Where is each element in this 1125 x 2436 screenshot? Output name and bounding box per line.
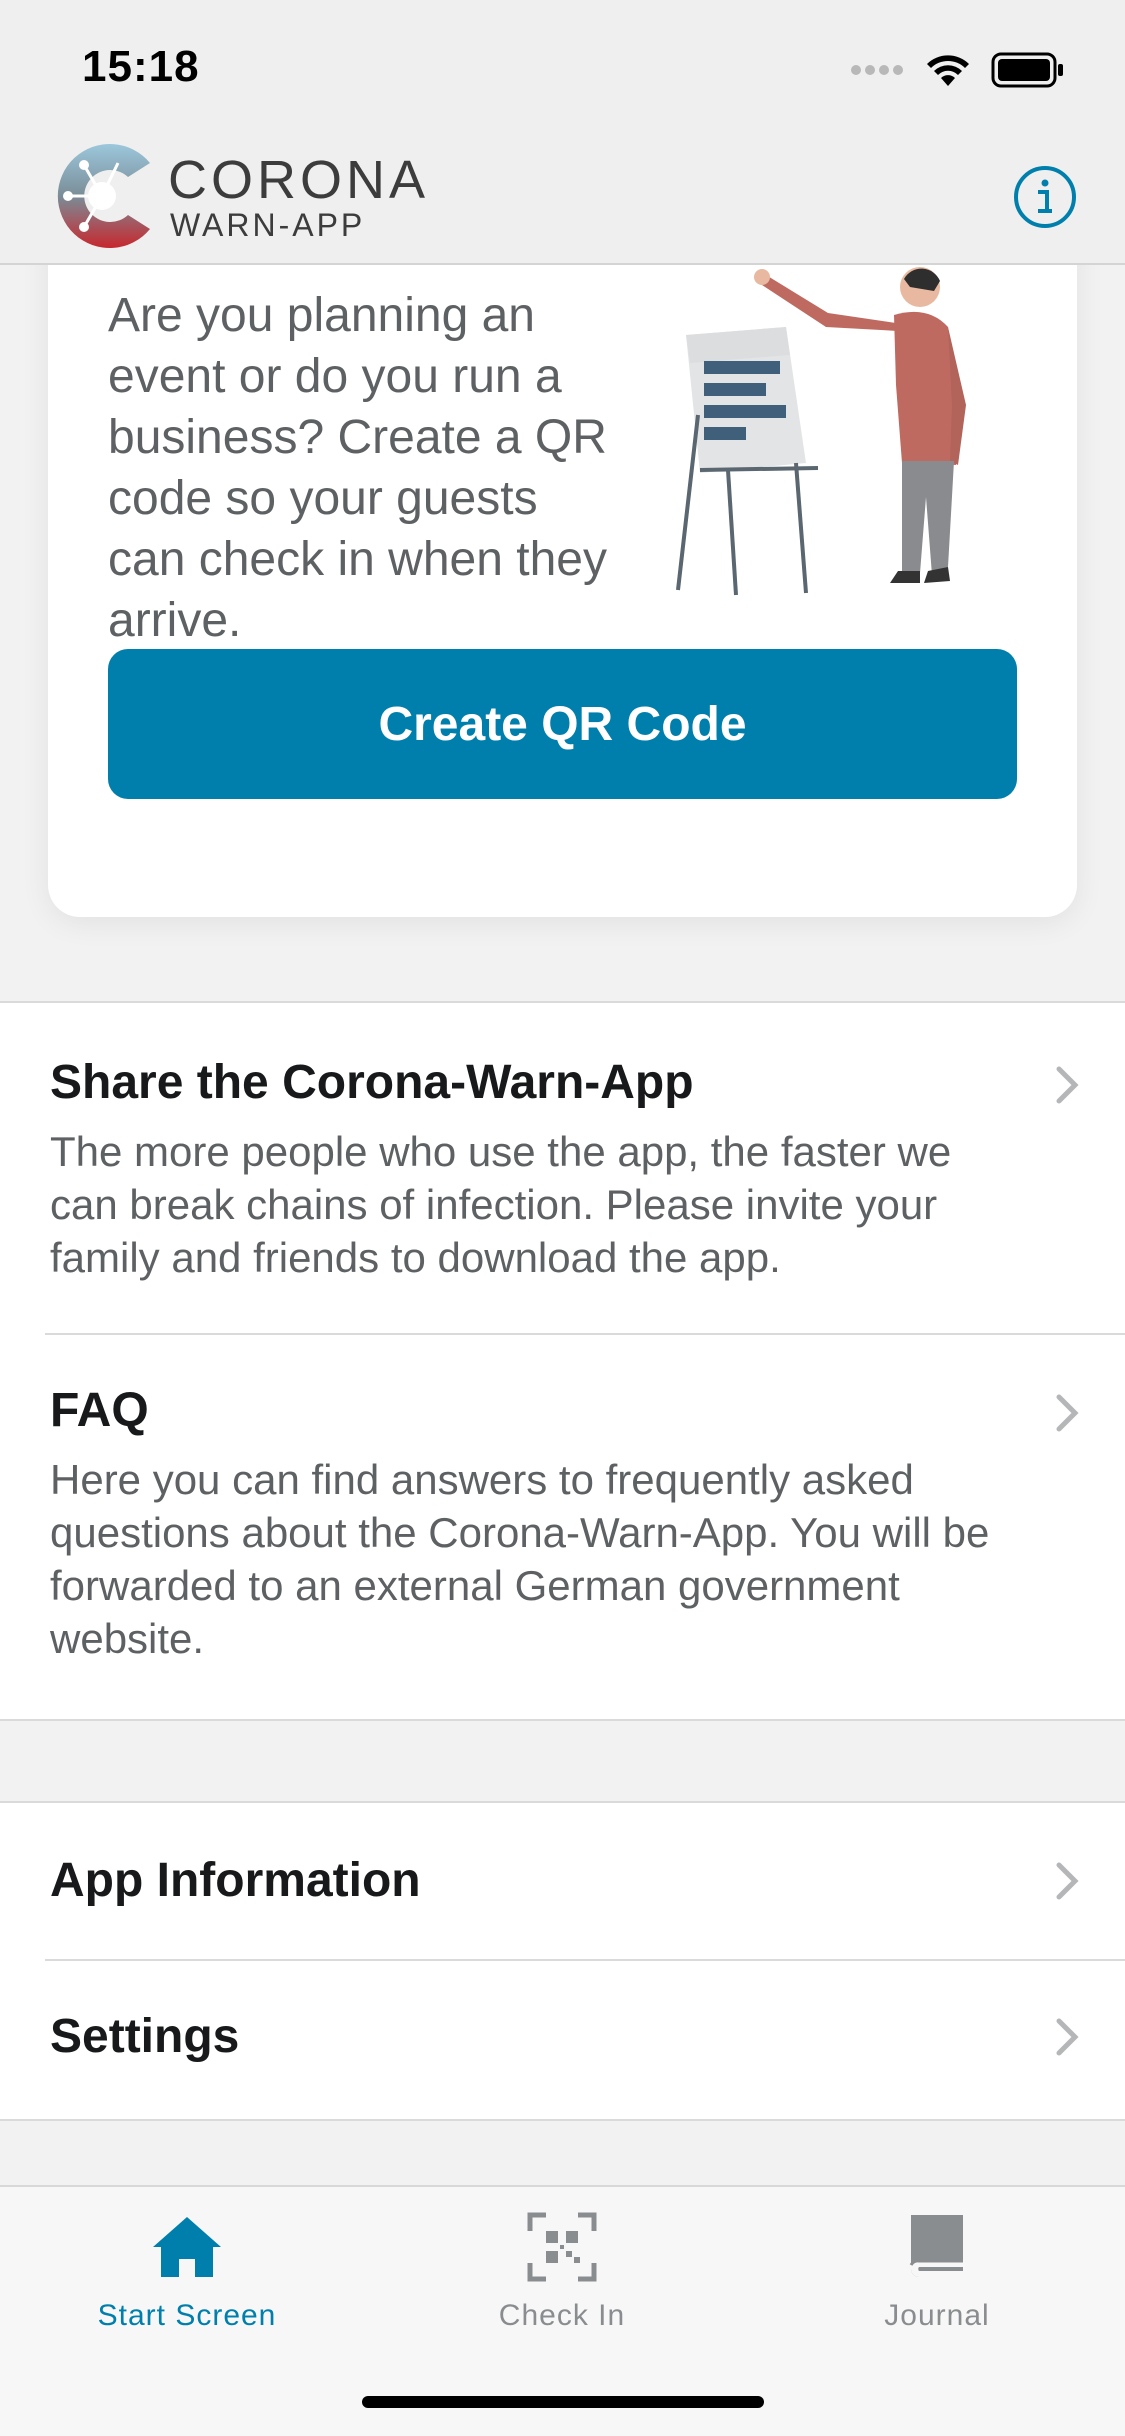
chevron-right-icon <box>1056 1862 1079 1900</box>
tab-journal[interactable]: Journal <box>787 2207 1087 2357</box>
info-list-group: Share the Corona-Warn-App The more peopl… <box>0 1001 1125 1721</box>
settings-list-group: App Information Settings <box>0 1801 1125 2121</box>
app-information-row[interactable]: App Information <box>0 1803 1125 1959</box>
tab-label: Check In <box>498 2299 626 2332</box>
settings-title: Settings <box>50 2010 240 2063</box>
status-time: 15:18 <box>82 42 200 91</box>
home-icon <box>153 2217 221 2277</box>
app-information-title: App Information <box>50 1854 421 1907</box>
chevron-right-icon <box>1056 2018 1079 2056</box>
battery-icon <box>991 52 1063 88</box>
faq-title: FAQ <box>50 1384 149 1437</box>
status-icons <box>851 50 1065 90</box>
info-icon[interactable] <box>1013 165 1077 229</box>
wifi-icon <box>927 55 969 86</box>
logo-subtitle: WARN-APP <box>170 207 366 243</box>
logo-title: CORONA <box>168 150 430 210</box>
qr-scan-icon <box>527 2212 597 2282</box>
faq-row[interactable]: FAQ Here you can find answers to frequen… <box>0 1335 1125 1719</box>
cellular-signal-icon <box>851 65 903 75</box>
status-bar: 15:18 <box>0 0 1125 135</box>
share-app-description: The more people who use the app, the fas… <box>50 1128 952 1281</box>
event-qr-card: Are you planning an event or do you run … <box>48 265 1077 917</box>
faq-description: Here you can find answers to frequently … <box>50 1456 990 1662</box>
home-indicator[interactable] <box>362 2396 764 2408</box>
tab-label: Journal <box>884 2299 990 2332</box>
book-icon <box>909 2215 963 2277</box>
settings-row[interactable]: Settings <box>0 1961 1125 2119</box>
home-scroll-content[interactable]: Are you planning an event or do you run … <box>0 265 1125 2185</box>
chevron-right-icon <box>1056 1066 1079 1104</box>
corona-warn-app-logo-icon <box>57 144 150 248</box>
tab-label: Start Screen <box>97 2299 277 2332</box>
share-app-row[interactable]: Share the Corona-Warn-App The more peopl… <box>0 1003 1125 1333</box>
create-qr-code-button[interactable]: Create QR Code <box>108 649 1017 799</box>
tab-check-in[interactable]: Check In <box>412 2207 712 2357</box>
app-header: CORONA WARN-APP <box>0 135 1125 265</box>
tab-start-screen[interactable]: Start Screen <box>37 2207 337 2357</box>
presenter-illustration <box>676 267 966 596</box>
chevron-right-icon <box>1056 1394 1079 1432</box>
event-card-text: Are you planning an event or do you run … <box>108 289 607 647</box>
share-app-title: Share the Corona-Warn-App <box>50 1056 694 1109</box>
